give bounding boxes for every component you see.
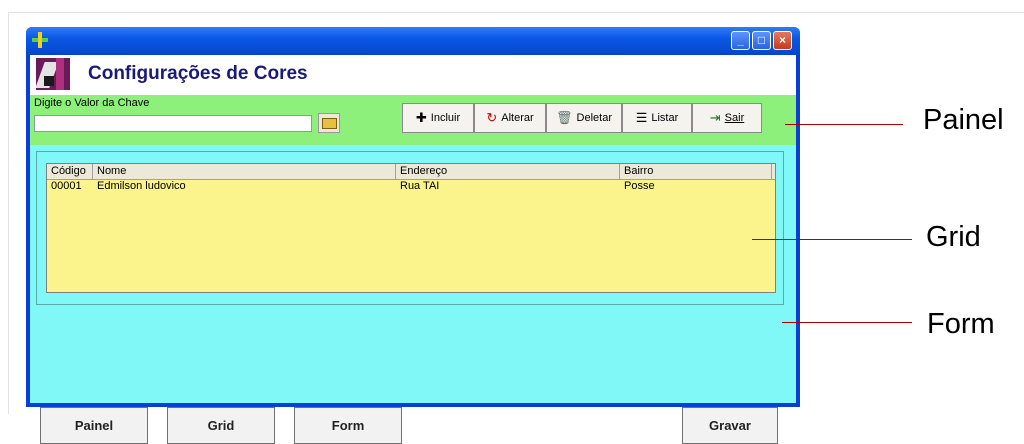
column-header-endereco[interactable]: Endereço xyxy=(396,164,620,179)
maximize-button[interactable]: □ xyxy=(752,31,771,50)
folder-icon xyxy=(321,118,337,129)
exit-door-icon: ⇥ xyxy=(709,110,721,125)
grid-pointer-line xyxy=(752,239,912,240)
form-annotation: Form xyxy=(927,308,995,340)
painel-annotation: Painel xyxy=(923,104,1004,136)
plus-icon: ✚ xyxy=(415,110,427,125)
cell-endereco: Rua TAI xyxy=(400,180,440,192)
grid-header: Código Nome Endereço Bairro xyxy=(47,164,775,180)
table-row[interactable]: 00001 Edmilson ludovico Rua TAI Posse xyxy=(47,179,775,193)
alterar-button[interactable]: ↻ Alterar xyxy=(474,103,546,133)
close-button[interactable]: × xyxy=(773,31,792,50)
listar-button[interactable]: ☰ Listar xyxy=(622,103,692,133)
page-title: Configurações de Cores xyxy=(88,63,308,84)
toolbar: ✚ Incluir ↻ Alterar 🗑 Deletar ☰ Listar ⇥ xyxy=(402,103,762,133)
key-label: Digite o Valor da Chave xyxy=(34,97,150,109)
sair-button[interactable]: ⇥ Sair xyxy=(692,103,762,133)
form-area: Código Nome Endereço Bairro 00001 Edmils… xyxy=(30,145,796,444)
incluir-label: Incluir xyxy=(430,112,461,124)
grid-annotation: Grid xyxy=(926,221,981,253)
form-button[interactable]: Form xyxy=(294,407,402,444)
data-grid[interactable]: Código Nome Endereço Bairro 00001 Edmils… xyxy=(46,163,776,293)
page-left-border xyxy=(8,12,9,414)
key-input[interactable] xyxy=(34,115,312,132)
minimize-button[interactable]: _ xyxy=(731,31,750,50)
form-header: Configurações de Cores xyxy=(30,55,796,95)
deletar-button[interactable]: 🗑 Deletar xyxy=(546,103,622,133)
open-folder-button[interactable] xyxy=(318,113,340,133)
deletar-label: Deletar xyxy=(576,112,612,124)
title-bar[interactable]: _ □ × xyxy=(26,27,800,55)
column-header-nome[interactable]: Nome xyxy=(93,164,396,179)
gravar-button[interactable]: Gravar xyxy=(682,407,778,444)
app-plus-icon xyxy=(32,32,48,48)
colors-logo-icon xyxy=(36,58,70,90)
window-client: Configurações de Cores Digite o Valor da… xyxy=(30,55,796,444)
sair-label: Sair xyxy=(724,112,745,124)
painel-pointer-line xyxy=(785,124,903,125)
grid-button[interactable]: Grid xyxy=(167,407,275,444)
cell-bairro: Posse xyxy=(624,180,655,192)
cell-nome: Edmilson ludovico xyxy=(97,180,186,192)
form-pointer-line xyxy=(782,322,912,323)
incluir-button[interactable]: ✚ Incluir xyxy=(402,103,474,133)
list-icon: ☰ xyxy=(635,110,648,125)
app-window: _ □ × Configurações de Cores Digite o Va… xyxy=(26,27,800,444)
page-top-border xyxy=(8,12,1024,13)
cell-codigo: 00001 xyxy=(51,180,82,192)
column-header-codigo[interactable]: Código xyxy=(47,164,93,179)
alterar-label: Alterar xyxy=(501,112,534,124)
column-header-bairro[interactable]: Bairro xyxy=(620,164,772,179)
listar-label: Listar xyxy=(651,112,679,124)
panel: Digite o Valor da Chave ✚ Incluir ↻ Alte… xyxy=(30,95,796,145)
refresh-icon: ↻ xyxy=(486,110,498,125)
painel-button[interactable]: Painel xyxy=(40,407,148,444)
trash-icon: 🗑 xyxy=(556,110,573,125)
